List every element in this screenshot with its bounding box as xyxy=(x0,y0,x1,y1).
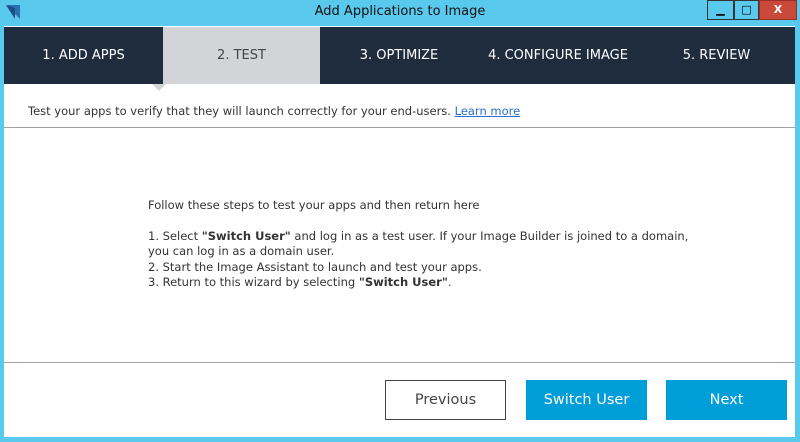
instructions: Follow these steps to test your apps and… xyxy=(148,198,688,291)
step-description: Test your apps to verify that they will … xyxy=(28,104,521,118)
step-1: 1. Select "Switch User" and log in as a … xyxy=(148,228,689,243)
next-button[interactable]: Next xyxy=(666,380,787,420)
active-tab-pointer xyxy=(152,84,166,91)
maximize-icon: □ xyxy=(741,3,752,16)
tab-add-apps[interactable]: 1. ADD APPS xyxy=(4,27,163,84)
close-icon: X xyxy=(773,3,783,16)
window-title: Add Applications to Image xyxy=(314,4,486,19)
maximize-button[interactable]: □ xyxy=(734,0,759,20)
step-1-cont: you can log in as a domain user. xyxy=(148,244,335,258)
previous-button[interactable]: Previous xyxy=(385,380,506,420)
wizard-steps: 1. ADD APPS 2. TEST 3. OPTIMIZE 4. CONFI… xyxy=(4,27,795,84)
minimize-button[interactable]: ▁ xyxy=(707,0,734,20)
close-button[interactable]: X xyxy=(759,0,797,20)
title-bar: Add Applications to Image ▁ □ X xyxy=(0,0,800,26)
tab-configure-image[interactable]: 4. CONFIGURE IMAGE xyxy=(478,27,638,84)
wizard-window: 1. ADD APPS 2. TEST 3. OPTIMIZE 4. CONFI… xyxy=(4,26,795,437)
step-2: 2. Start the Image Assistant to launch a… xyxy=(148,259,482,274)
step-3: 3. Return to this wizard by selecting "S… xyxy=(148,275,452,289)
instructions-intro: Follow these steps to test your apps and… xyxy=(148,198,480,212)
minimize-icon: ▁ xyxy=(716,3,725,16)
switch-user-button[interactable]: Switch User xyxy=(526,380,647,420)
divider xyxy=(4,127,795,128)
tab-optimize[interactable]: 3. OPTIMIZE xyxy=(320,27,478,84)
tab-review[interactable]: 5. REVIEW xyxy=(638,27,795,84)
tab-test[interactable]: 2. TEST xyxy=(163,27,320,84)
footer-divider xyxy=(4,362,795,363)
learn-more-link[interactable]: Learn more xyxy=(455,104,521,118)
